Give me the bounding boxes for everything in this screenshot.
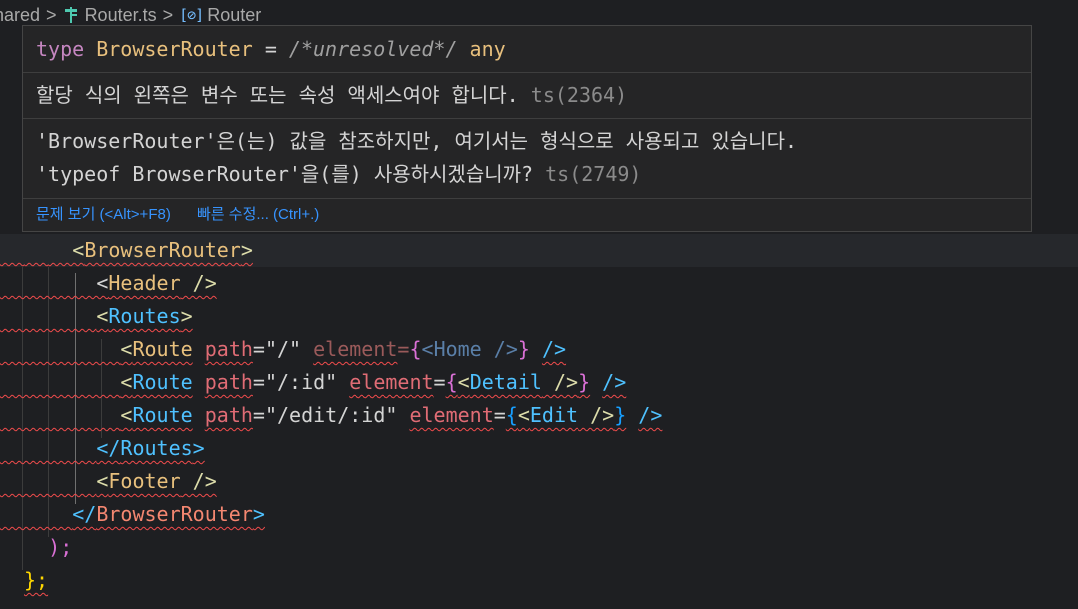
code-line: <Footer /> (96, 469, 217, 493)
code-line: ); (0, 531, 1078, 564)
breadcrumb-symbol[interactable]: Router (207, 5, 261, 26)
quick-fix-link[interactable]: 빠른 수정... (Ctrl+.) (197, 206, 319, 223)
error-code: ts(2749) (545, 162, 642, 186)
jsx-tag: Home (433, 337, 482, 361)
jsx-attr: element (409, 403, 494, 427)
jsx-tag: Route (132, 403, 193, 427)
jsx-tag: Header (108, 271, 181, 295)
jsx-tag: BrowserRouter (96, 502, 253, 526)
error-code: ts(2364) (530, 83, 628, 107)
jsx-attr: path (204, 403, 253, 427)
breadcrumb-file[interactable]: Router.ts (85, 5, 157, 26)
jsx-string: "/edit/:id" (264, 403, 398, 427)
type-signature: type BrowserRouter = /*unresolved*/ any (23, 26, 1031, 73)
code-text: ); (48, 535, 73, 559)
code-line: <Route path="/edit/:id" element={<Edit /… (120, 403, 663, 427)
jsx-string: "/:id" (264, 370, 338, 394)
view-problem-link[interactable]: 문제 보기 (<Alt>+F8) (36, 206, 171, 223)
jsx-tag: Routes (108, 304, 181, 328)
error-message: 할당 식의 왼쪽은 변수 또는 속성 액세스여야 합니다. ts(2364) (36, 83, 628, 107)
jsx-tag: Edit (529, 403, 579, 427)
jsx-attr: element (313, 337, 398, 361)
divider (23, 118, 1031, 119)
code-line: <BrowserRouter> (0, 234, 1078, 267)
jsx-tag: Route (132, 370, 193, 394)
breadcrumb-folder[interactable]: hared (0, 5, 40, 26)
jsx-attr: element (349, 370, 434, 394)
jsx-tag: Route (132, 337, 193, 361)
error-message: 'BrowserRouter'은(는) 값을 참조하지만, 여기서는 형식으로 … (36, 129, 798, 186)
jsx-tag: BrowserRouter (84, 238, 241, 262)
code-text: }; (24, 568, 49, 592)
code-line: <Route path="/" element={<Home />} /> (120, 337, 567, 361)
breadcrumb-separator: > (46, 4, 57, 25)
hover-tooltip: type BrowserRouter = /*unresolved*/ any … (22, 25, 1032, 232)
breadcrumb-separator: > (162, 4, 174, 25)
jsx-tag: Routes (120, 436, 193, 460)
code-line: <Header /> (0, 271, 217, 295)
jsx-string: "/" (264, 337, 302, 361)
jsx-tag: Detail (469, 370, 542, 394)
jsx-tag: Footer (108, 469, 181, 493)
code-line: <Routes> (96, 304, 193, 328)
code-line: }; (0, 564, 1078, 597)
jsx-attr: path (204, 337, 253, 361)
hover-actions-bar: 문제 보기 (<Alt>+F8) 빠른 수정... (Ctrl+.) (23, 198, 1031, 231)
symbol-variable-icon: [⊘] (179, 6, 204, 24)
code-line: </BrowserRouter> (72, 502, 265, 526)
jsx-attr: path (204, 370, 253, 394)
typescript-icon (63, 6, 79, 24)
code-line: <Route path="/:id" element={<Detail />} … (120, 370, 627, 394)
code-line: </Routes> (96, 436, 205, 460)
